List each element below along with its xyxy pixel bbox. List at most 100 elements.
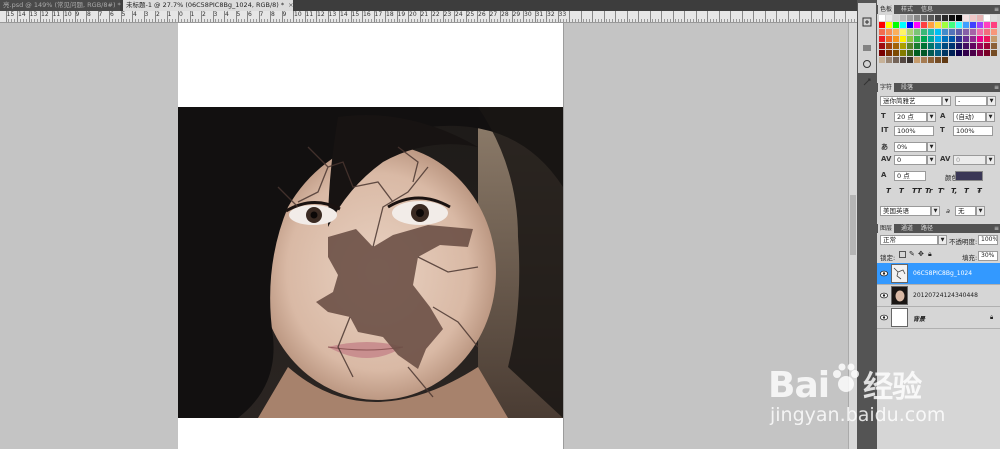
language-select[interactable]: 美国英语 bbox=[880, 206, 931, 216]
font-style-select[interactable]: - bbox=[955, 96, 987, 106]
text-style-button[interactable]: TT bbox=[912, 187, 922, 195]
chevron-down-icon[interactable]: ▼ bbox=[938, 235, 947, 245]
color-swatch[interactable] bbox=[907, 29, 913, 35]
horizontal-scale-field[interactable]: 100% bbox=[953, 126, 993, 136]
color-swatch[interactable] bbox=[991, 43, 997, 49]
eye-icon[interactable] bbox=[880, 292, 888, 299]
color-swatch[interactable] bbox=[928, 43, 934, 49]
color-swatch[interactable] bbox=[935, 43, 941, 49]
color-swatch[interactable] bbox=[942, 36, 948, 42]
color-swatch[interactable] bbox=[977, 15, 983, 21]
color-swatch[interactable] bbox=[935, 36, 941, 42]
color-swatch[interactable] bbox=[886, 43, 892, 49]
color-swatch[interactable] bbox=[935, 50, 941, 56]
color-swatch[interactable] bbox=[956, 22, 962, 28]
color-swatch[interactable] bbox=[886, 50, 892, 56]
tab-channels[interactable]: 通道 bbox=[899, 224, 915, 233]
antialias-select[interactable]: 无 bbox=[955, 206, 976, 216]
color-swatch[interactable] bbox=[956, 15, 962, 21]
color-swatch[interactable] bbox=[963, 22, 969, 28]
color-swatch[interactable] bbox=[963, 50, 969, 56]
text-style-button[interactable]: T bbox=[899, 187, 904, 195]
color-swatch[interactable] bbox=[935, 29, 941, 35]
text-style-button[interactable]: T bbox=[886, 187, 891, 195]
color-swatch[interactable] bbox=[879, 15, 885, 21]
font-size-field[interactable]: 20 点 bbox=[894, 112, 927, 122]
color-swatch[interactable] bbox=[949, 29, 955, 35]
color-swatch[interactable] bbox=[907, 22, 913, 28]
layer-row[interactable]: 20120724124340448 bbox=[877, 285, 1000, 307]
color-swatch[interactable] bbox=[886, 29, 892, 35]
color-swatch[interactable] bbox=[970, 15, 976, 21]
chevron-down-icon[interactable]: ▼ bbox=[927, 142, 936, 152]
vertical-scale-field[interactable]: 100% bbox=[894, 126, 934, 136]
color-swatch[interactable] bbox=[977, 36, 983, 42]
color-swatch[interactable] bbox=[991, 36, 997, 42]
color-swatch[interactable] bbox=[942, 57, 948, 63]
color-swatch[interactable] bbox=[900, 29, 906, 35]
color-swatch[interactable] bbox=[928, 57, 934, 63]
layer-row[interactable]: 背景 🔒︎ bbox=[877, 307, 1000, 329]
panel-menu-icon[interactable]: ≡ bbox=[994, 224, 999, 233]
color-swatch[interactable] bbox=[977, 29, 983, 35]
color-swatch[interactable] bbox=[907, 36, 913, 42]
text-style-button[interactable]: T bbox=[964, 187, 969, 195]
color-swatch[interactable] bbox=[914, 43, 920, 49]
color-swatch[interactable] bbox=[893, 22, 899, 28]
color-swatch[interactable] bbox=[963, 15, 969, 21]
chevron-down-icon[interactable]: ▼ bbox=[927, 155, 936, 165]
tab-paths[interactable]: 路径 bbox=[919, 224, 935, 233]
color-swatch[interactable] bbox=[984, 36, 990, 42]
swatch-grid[interactable] bbox=[879, 15, 999, 67]
cracked-face-photo[interactable] bbox=[178, 107, 563, 418]
color-swatch[interactable] bbox=[942, 29, 948, 35]
color-swatch[interactable] bbox=[907, 43, 913, 49]
color-swatch[interactable] bbox=[956, 50, 962, 56]
color-swatch[interactable] bbox=[921, 36, 927, 42]
color-swatch[interactable] bbox=[949, 43, 955, 49]
color-swatch[interactable] bbox=[970, 29, 976, 35]
color-swatch[interactable] bbox=[984, 22, 990, 28]
color-swatch[interactable] bbox=[949, 36, 955, 42]
color-swatch[interactable] bbox=[942, 15, 948, 21]
chevron-down-icon[interactable]: ▼ bbox=[927, 112, 936, 122]
chevron-down-icon[interactable]: ▼ bbox=[987, 96, 996, 106]
text-style-button[interactable]: T' bbox=[938, 187, 945, 195]
color-swatch[interactable] bbox=[907, 50, 913, 56]
color-swatch[interactable] bbox=[956, 29, 962, 35]
color-swatch[interactable] bbox=[907, 15, 913, 21]
blend-mode-select[interactable]: 正常 bbox=[880, 235, 938, 245]
color-swatch[interactable] bbox=[900, 15, 906, 21]
brush-presets-icon[interactable] bbox=[861, 58, 872, 69]
color-swatch[interactable] bbox=[893, 50, 899, 56]
color-swatch[interactable] bbox=[928, 22, 934, 28]
lock-brush-icon[interactable]: ✎ bbox=[909, 250, 915, 258]
tab-info[interactable]: 信息 bbox=[919, 5, 935, 14]
color-swatch[interactable] bbox=[921, 50, 927, 56]
color-swatch[interactable] bbox=[914, 50, 920, 56]
color-swatch[interactable] bbox=[879, 43, 885, 49]
color-swatch[interactable] bbox=[914, 36, 920, 42]
tab-swatches[interactable]: 色板 bbox=[878, 5, 895, 14]
scrollbar-thumb[interactable] bbox=[850, 195, 856, 255]
color-swatch[interactable] bbox=[879, 50, 885, 56]
color-swatch[interactable] bbox=[991, 50, 997, 56]
color-swatch[interactable] bbox=[914, 57, 920, 63]
tab-styles[interactable]: 样式 bbox=[899, 5, 915, 14]
color-swatch[interactable] bbox=[956, 43, 962, 49]
canvas-area[interactable] bbox=[0, 23, 848, 449]
color-swatch[interactable] bbox=[879, 36, 885, 42]
actions-icon[interactable] bbox=[861, 42, 872, 53]
color-swatch[interactable] bbox=[914, 22, 920, 28]
color-swatch[interactable] bbox=[977, 22, 983, 28]
layer-name[interactable]: 06C58PIC8Bg_1024 bbox=[913, 270, 972, 277]
color-swatch[interactable] bbox=[956, 36, 962, 42]
opacity-field[interactable]: 100% bbox=[978, 235, 998, 245]
layer-row[interactable]: 06C58PIC8Bg_1024 bbox=[877, 263, 1000, 285]
color-swatch[interactable] bbox=[977, 50, 983, 56]
tab-character[interactable]: 字符 bbox=[878, 83, 895, 92]
color-swatch[interactable] bbox=[935, 15, 941, 21]
color-swatch[interactable] bbox=[914, 15, 920, 21]
color-swatch[interactable] bbox=[893, 43, 899, 49]
color-swatch[interactable] bbox=[928, 36, 934, 42]
